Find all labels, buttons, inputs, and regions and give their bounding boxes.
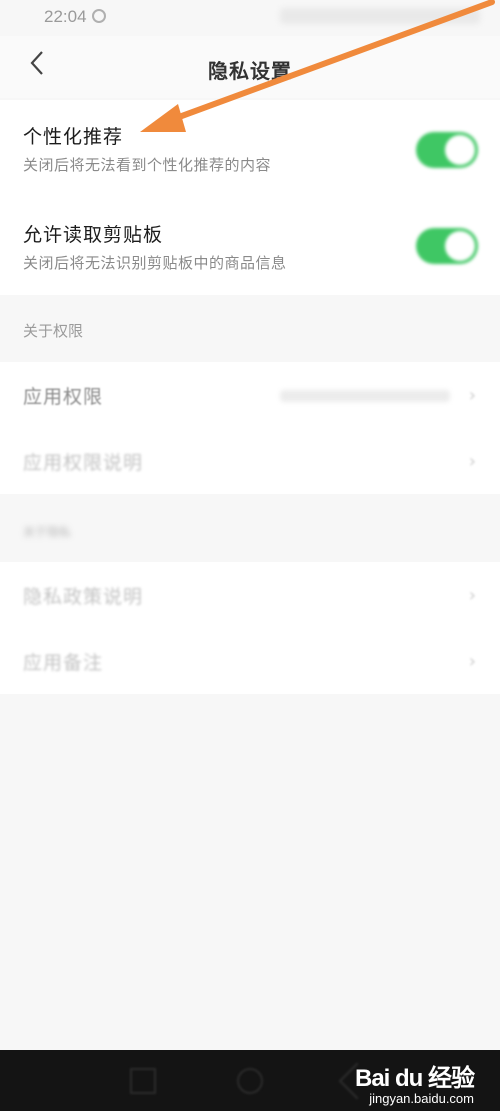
list-item-app-permissions[interactable]: 应用权限 ›	[0, 362, 500, 428]
alarm-icon	[92, 9, 106, 23]
about-list: 隐私政策说明 › 应用备注 ›	[0, 562, 500, 694]
watermark-url: jingyan.baidu.com	[369, 1091, 474, 1106]
list-item-label: 应用备注	[23, 652, 104, 674]
home-icon[interactable]	[237, 1068, 263, 1094]
list-item-value	[280, 390, 450, 402]
chevron-right-icon: ›	[468, 451, 476, 472]
section-label-about: 关于隐私	[23, 525, 72, 539]
list-item-privacy-policy[interactable]: 隐私政策说明 ›	[0, 562, 500, 628]
setting-title: 允许读取剪贴板	[23, 224, 164, 246]
clipboard-toggle[interactable]	[416, 228, 478, 264]
list-item-app-notes[interactable]: 应用备注 ›	[0, 628, 500, 694]
list-item-label: 应用权限说明	[23, 452, 144, 474]
status-indicators	[280, 8, 480, 24]
baidu-jingyan-watermark: Bai du 经验 jingyan.baidu.com	[354, 1058, 475, 1106]
toggle-knob	[445, 135, 475, 165]
toggle-knob	[445, 231, 475, 261]
list-item-label: 隐私政策说明	[23, 586, 144, 608]
setting-row-clipboard: 允许读取剪贴板 关闭后将无法识别剪贴板中的商品信息	[0, 198, 500, 294]
nav-bar: 隐私设置	[0, 36, 500, 98]
chevron-right-icon: ›	[468, 385, 476, 406]
section-label-permissions: 关于权限	[23, 322, 84, 340]
privacy-settings-card: 个性化推荐 关闭后将无法看到个性化推荐的内容 允许读取剪贴板 关闭后将无法识别剪…	[0, 100, 500, 295]
personalized-toggle[interactable]	[416, 132, 478, 168]
list-item-permission-info[interactable]: 应用权限说明 ›	[0, 428, 500, 494]
list-item-label: 应用权限	[23, 386, 104, 408]
status-time: 22:04	[44, 7, 87, 26]
recent-apps-icon[interactable]	[130, 1068, 156, 1094]
page-title: 隐私设置	[208, 59, 292, 83]
chevron-right-icon: ›	[468, 651, 476, 672]
permissions-list: 应用权限 › 应用权限说明 ›	[0, 362, 500, 494]
setting-subtitle: 关闭后将无法识别剪贴板中的商品信息	[23, 254, 287, 272]
chevron-right-icon: ›	[468, 585, 476, 606]
setting-row-personalized: 个性化推荐 关闭后将无法看到个性化推荐的内容	[0, 100, 500, 196]
status-bar: 22:04	[0, 0, 500, 36]
watermark-logo-text: Bai du 经验	[354, 1065, 475, 1092]
setting-subtitle: 关闭后将无法看到个性化推荐的内容	[23, 156, 272, 174]
setting-title: 个性化推荐	[23, 126, 124, 148]
